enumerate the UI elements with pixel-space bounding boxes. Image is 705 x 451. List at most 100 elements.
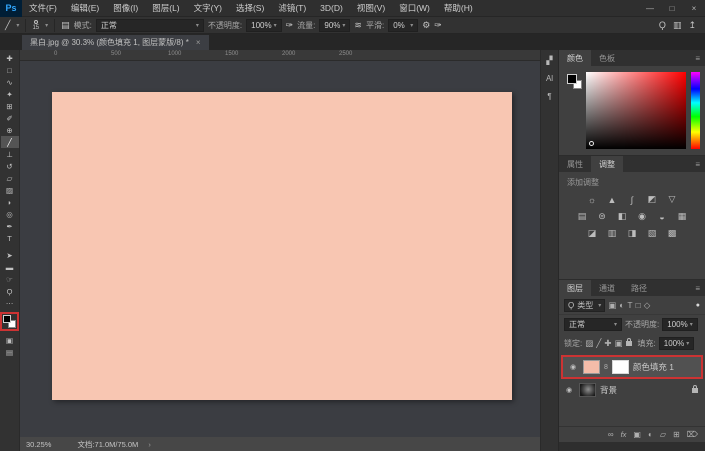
dodge-tool[interactable]: ◎ xyxy=(1,208,19,220)
brush-settings-icon[interactable]: ▞ xyxy=(546,56,552,65)
photo-filter-icon[interactable]: ◉ xyxy=(635,210,650,223)
channel-mixer-icon[interactable]: ◒ xyxy=(655,210,670,223)
airbrush-icon[interactable]: ≋ xyxy=(354,20,362,31)
filter-toggle-icon[interactable]: ● xyxy=(696,302,700,309)
lock-pixels-icon[interactable]: ╱ xyxy=(596,338,601,349)
color-lookup-icon[interactable]: ▦ xyxy=(675,210,690,223)
curves-icon[interactable]: ∫ xyxy=(625,193,640,206)
tab-properties[interactable]: 属性 xyxy=(559,156,591,172)
menu-file[interactable]: 文件(F) xyxy=(22,0,64,17)
brightness-contrast-icon[interactable]: ☼ xyxy=(585,193,600,206)
history-brush-tool[interactable]: ↺ xyxy=(1,160,19,172)
filter-adjustment-icon[interactable]: ◐ xyxy=(619,300,624,310)
brush-panel-toggle-icon[interactable]: ▤ xyxy=(61,20,70,31)
color-panel-swatches[interactable] xyxy=(565,72,582,149)
vibrance-icon[interactable]: ▽ xyxy=(665,193,680,206)
close-button[interactable]: × xyxy=(683,0,705,17)
layer-opacity-select[interactable]: 100% ▾ xyxy=(662,318,698,331)
quick-mask-button[interactable]: ▣ xyxy=(1,334,19,346)
layer-name[interactable]: 颜色填充 1 xyxy=(633,361,697,373)
new-adjustment-layer-icon[interactable]: ◐ xyxy=(648,430,653,439)
tab-color[interactable]: 颜色 xyxy=(559,50,591,66)
hue-saturation-icon[interactable]: ▤ xyxy=(575,210,590,223)
status-arrow-icon[interactable]: › xyxy=(148,440,151,449)
hand-tool[interactable]: ☞ xyxy=(1,273,19,285)
menu-edit[interactable]: 编辑(E) xyxy=(64,0,106,17)
fill-select[interactable]: 100% ▾ xyxy=(658,337,695,350)
invert-icon[interactable]: ◪ xyxy=(585,227,600,240)
filter-group-icon[interactable]: □ xyxy=(636,300,641,310)
opacity-select[interactable]: 100% ▾ xyxy=(246,18,282,32)
saturation-brightness-field[interactable] xyxy=(586,72,686,149)
brush-preset-picker[interactable]: 15 xyxy=(32,19,39,31)
flow-select[interactable]: 90% ▾ xyxy=(319,18,351,32)
layer-row-background[interactable]: ◉ 背景 xyxy=(559,380,705,400)
filter-smart-object-icon[interactable]: ◇ xyxy=(644,300,651,311)
background-thumbnail[interactable] xyxy=(579,383,596,397)
foreground-color-swatch[interactable] xyxy=(567,74,577,84)
lock-all-icon[interactable] xyxy=(625,338,632,346)
hue-slider[interactable] xyxy=(691,72,700,149)
delete-layer-icon[interactable]: ⌦ xyxy=(687,430,698,439)
gradient-tool[interactable]: ▨ xyxy=(1,184,19,196)
layer-mask-thumbnail[interactable] xyxy=(611,360,629,374)
eyedropper-tool[interactable]: ✐ xyxy=(1,112,19,124)
mask-link-icon[interactable]: 8 xyxy=(604,364,608,371)
tab-channels[interactable]: 通道 xyxy=(591,280,623,296)
filter-type-icon[interactable]: T xyxy=(627,300,632,310)
marquee-tool[interactable]: □ xyxy=(1,64,19,76)
brush-tool-icon[interactable]: ╱ xyxy=(5,20,10,31)
panel-menu-icon[interactable]: ≡ xyxy=(695,156,705,172)
layer-row-color-fill[interactable]: ◉ 8 颜色填充 1 xyxy=(563,357,701,377)
path-selection-tool[interactable]: ➤ xyxy=(1,249,19,261)
add-layer-mask-icon[interactable]: ▣ xyxy=(633,430,641,439)
visibility-eye-icon[interactable]: ◉ xyxy=(563,386,575,394)
screen-mode-button[interactable]: ▤ xyxy=(1,346,19,358)
menu-select[interactable]: 选择(S) xyxy=(229,0,271,17)
filter-pixel-icon[interactable]: ▣ xyxy=(608,300,616,311)
lasso-tool[interactable]: ∿ xyxy=(1,76,19,88)
layer-filter-select[interactable]: Ϙ 类型 ▾ xyxy=(564,298,606,312)
edit-toolbar-icon[interactable]: ⋯ xyxy=(1,297,19,309)
menu-view[interactable]: 视图(V) xyxy=(350,0,392,17)
zoom-tool[interactable]: Ϙ xyxy=(1,285,19,297)
foreground-color-swatch[interactable] xyxy=(3,315,11,323)
object-selection-tool[interactable]: ✦ xyxy=(1,88,19,100)
color-balance-icon[interactable]: ⊜ xyxy=(595,210,610,223)
black-white-icon[interactable]: ◧ xyxy=(615,210,630,223)
minimize-button[interactable]: — xyxy=(639,0,661,17)
mode-select[interactable]: 正常 ▾ xyxy=(95,18,204,32)
healing-brush-tool[interactable]: ⊕ xyxy=(1,124,19,136)
layer-name[interactable]: 背景 xyxy=(600,384,688,396)
document-canvas[interactable] xyxy=(52,92,512,400)
menu-help[interactable]: 帮助(H) xyxy=(437,0,480,17)
share-icon[interactable]: ↥ xyxy=(688,20,696,31)
menu-window[interactable]: 窗口(W) xyxy=(392,0,437,17)
foreground-background-swatches[interactable] xyxy=(3,315,16,328)
color-cursor[interactable] xyxy=(589,141,594,146)
new-group-icon[interactable]: ▱ xyxy=(660,430,666,439)
brush-tool[interactable]: ╱ xyxy=(0,136,19,148)
paragraph-icon[interactable]: ¶ xyxy=(547,92,551,101)
search-icon[interactable]: Ϙ xyxy=(659,20,666,30)
gear-icon[interactable]: ⚙ xyxy=(422,20,430,31)
gradient-map-icon[interactable]: ▧ xyxy=(645,227,660,240)
panel-menu-icon[interactable]: ≡ xyxy=(695,280,705,296)
clone-stamp-tool[interactable]: ⊥ xyxy=(1,148,19,160)
pressure-size-icon[interactable]: ✑ xyxy=(434,20,442,31)
selective-color-icon[interactable]: ▩ xyxy=(665,227,680,240)
tab-layers[interactable]: 图层 xyxy=(559,280,591,296)
lock-position-icon[interactable]: ✚ xyxy=(604,338,611,349)
maximize-button[interactable]: □ xyxy=(661,0,683,17)
zoom-level[interactable]: 30.25% xyxy=(26,440,51,449)
link-layers-icon[interactable]: ∞ xyxy=(608,430,614,439)
new-layer-icon[interactable]: ⊞ xyxy=(673,430,680,439)
layer-style-icon[interactable]: fx xyxy=(621,430,627,439)
shape-tool[interactable]: ▬ xyxy=(1,261,19,273)
posterize-icon[interactable]: ▥ xyxy=(605,227,620,240)
levels-icon[interactable]: ▲ xyxy=(605,193,620,206)
menu-type[interactable]: 文字(Y) xyxy=(187,0,229,17)
lock-transparency-icon[interactable]: ▨ xyxy=(585,338,593,349)
pressure-opacity-icon[interactable]: ✑ xyxy=(286,20,294,31)
move-tool[interactable]: ✚ xyxy=(1,52,19,64)
